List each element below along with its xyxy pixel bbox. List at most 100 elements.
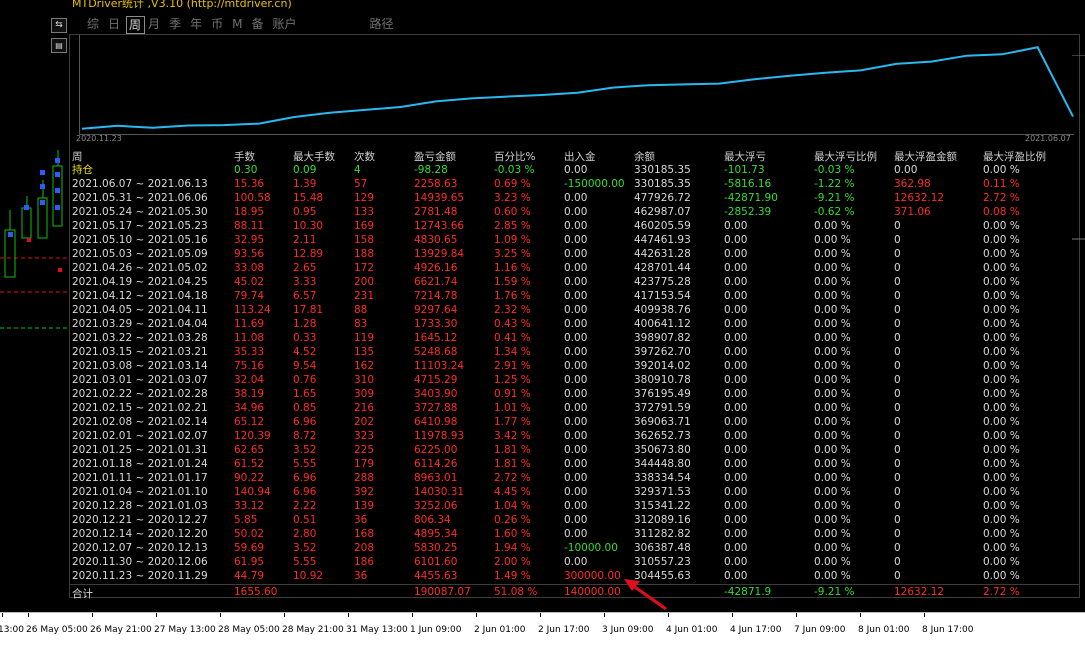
table-cell: 0 — [894, 346, 901, 358]
table-cell: 100.58 — [234, 192, 271, 204]
table-cell: 0 — [894, 304, 901, 316]
table-cell: 18.95 — [234, 206, 265, 218]
table-cell: 2021.04.26 ~ 2021.05.02 — [72, 262, 208, 274]
list-icon[interactable]: ▤ — [51, 38, 67, 53]
table-cell: 158 — [354, 234, 375, 246]
table-cell: 0.00 — [564, 318, 588, 330]
table-cell: 2020.11.30 ~ 2020.12.06 — [72, 556, 208, 568]
tab-4[interactable]: 季 — [166, 16, 187, 34]
table-cell: 447461.93 — [634, 234, 691, 246]
table-cell: 2020.12.28 ~ 2021.01.03 — [72, 500, 208, 512]
table-cell: 2021.03.01 ~ 2021.03.07 — [72, 374, 208, 386]
totals-max-float-profit: 12632.12 — [894, 586, 945, 598]
table-cell: 0 — [894, 374, 901, 386]
table-cell: 2021.03.08 ~ 2021.03.14 — [72, 360, 208, 372]
table-cell: 2.32 % — [494, 304, 531, 316]
totals-max-float-loss-pct: -9.21 % — [814, 586, 855, 598]
header-cell: 出入金 — [564, 151, 596, 163]
table-cell: 1.39 — [293, 178, 317, 190]
tab-6[interactable]: 币 — [208, 16, 229, 34]
table-cell: 0.00 — [564, 402, 588, 414]
table-cell: 0.00 — [564, 556, 588, 568]
table-cell: 0.00 — [724, 262, 748, 274]
table-cell: 0.00 % — [983, 220, 1020, 232]
table-cell: 0.00 — [564, 486, 588, 498]
table-cell: 0.00 % — [983, 486, 1020, 498]
tab-7[interactable]: M — [229, 16, 248, 34]
table-cell: 0.00 — [724, 346, 748, 358]
table-cell: 0.00 — [724, 374, 748, 386]
table-cell: -5816.16 — [724, 178, 772, 190]
time-tick-label: 7 Jun 09:00 — [794, 625, 846, 635]
table-cell: -2852.39 — [724, 206, 772, 218]
tab-3[interactable]: 月 — [145, 16, 166, 34]
table-cell: 1645.12 — [414, 332, 458, 344]
table-cell: 1.49 % — [494, 570, 531, 582]
table-cell: 0.91 % — [494, 388, 531, 400]
table-cell: 0.00 % — [814, 570, 851, 582]
table-cell: 1.59 % — [494, 276, 531, 288]
tab-10[interactable]: 路径 — [367, 16, 400, 34]
table-cell: 119 — [354, 332, 375, 344]
table-cell: 1.25 % — [494, 374, 531, 386]
table-cell: 208 — [354, 542, 375, 554]
time-tick-label: 2 Jun 01:00 — [474, 625, 526, 635]
table-cell: 1.01 % — [494, 402, 531, 414]
table-cell: 477926.72 — [634, 192, 691, 204]
table-cell: 0.00 % — [814, 416, 851, 428]
header-cell: 最大浮亏比例 — [814, 151, 877, 163]
table-cell: 0 — [894, 220, 901, 232]
table-cell: 0 — [894, 290, 901, 302]
holding-cell: 330185.35 — [634, 164, 691, 176]
tab-0[interactable]: 综 — [84, 16, 105, 34]
table-cell: 0.00 % — [983, 332, 1020, 344]
swap-icon[interactable]: ⇆ — [51, 18, 67, 33]
table-cell: 0.00 — [724, 486, 748, 498]
table-cell: 38.19 — [234, 388, 265, 400]
table-cell: 90.22 — [234, 472, 265, 484]
table-cell: 61.95 — [234, 556, 265, 568]
time-tick-mark — [924, 613, 925, 617]
table-cell: 135 — [354, 346, 375, 358]
table-cell: 2021.02.15 ~ 2021.02.21 — [72, 402, 208, 414]
time-axis: 13:00 26 May 05:00 26 May 21:00 27 May 13:0… — [0, 612, 1085, 645]
table-cell: 0.00 — [564, 290, 588, 302]
time-tick-label: 4 Jun 17:00 — [730, 625, 782, 635]
table-cell: 57 — [354, 178, 368, 190]
table-cell: 0.00 — [724, 290, 748, 302]
time-tick-label: 4 Jun 01:00 — [666, 625, 718, 635]
table-cell: 113.24 — [234, 304, 271, 316]
time-tick-mark — [476, 613, 477, 617]
tab-1[interactable]: 日 — [105, 16, 126, 34]
table-cell: 0 — [894, 556, 901, 568]
tab-9[interactable]: 账户 — [269, 16, 302, 34]
time-tick-label: 28 May 21:00 — [282, 625, 344, 635]
table-cell: 311282.82 — [634, 528, 691, 540]
tab-2[interactable]: 周 — [126, 16, 146, 34]
tab-8[interactable]: 备 — [248, 16, 269, 34]
table-cell: 0.11 % — [983, 178, 1020, 190]
panel-scrollbar[interactable] — [1072, 54, 1085, 240]
table-cell: 0 — [894, 514, 901, 526]
table-cell: 409938.76 — [634, 304, 691, 316]
table-cell: 5.55 — [293, 458, 317, 470]
table-cell: 15.48 — [293, 192, 324, 204]
table-cell: 0.00 % — [814, 458, 851, 470]
table-cell: 0 — [894, 444, 901, 456]
table-cell: 806.34 — [414, 514, 451, 526]
holding-cell: 0.09 — [293, 164, 317, 176]
table-cell: 0.00 — [724, 556, 748, 568]
table-cell: -42871.90 — [724, 192, 778, 204]
table-cell: 2021.04.19 ~ 2021.04.25 — [72, 276, 208, 288]
table-cell: 2021.05.17 ~ 2021.05.23 — [72, 220, 208, 232]
table-cell: 400641.12 — [634, 318, 691, 330]
table-cell: 0.00 — [564, 206, 588, 218]
holding-label: 持仓 — [72, 164, 93, 176]
time-tick-mark — [2, 613, 3, 617]
tab-5[interactable]: 年 — [187, 16, 208, 34]
table-cell: 2020.11.23 ~ 2020.11.29 — [72, 570, 208, 582]
table-cell: 0.00 % — [814, 500, 851, 512]
table-cell: 0.00 % — [814, 318, 851, 330]
table-cell: 6114.26 — [414, 458, 458, 470]
table-cell: 93.56 — [234, 248, 265, 260]
